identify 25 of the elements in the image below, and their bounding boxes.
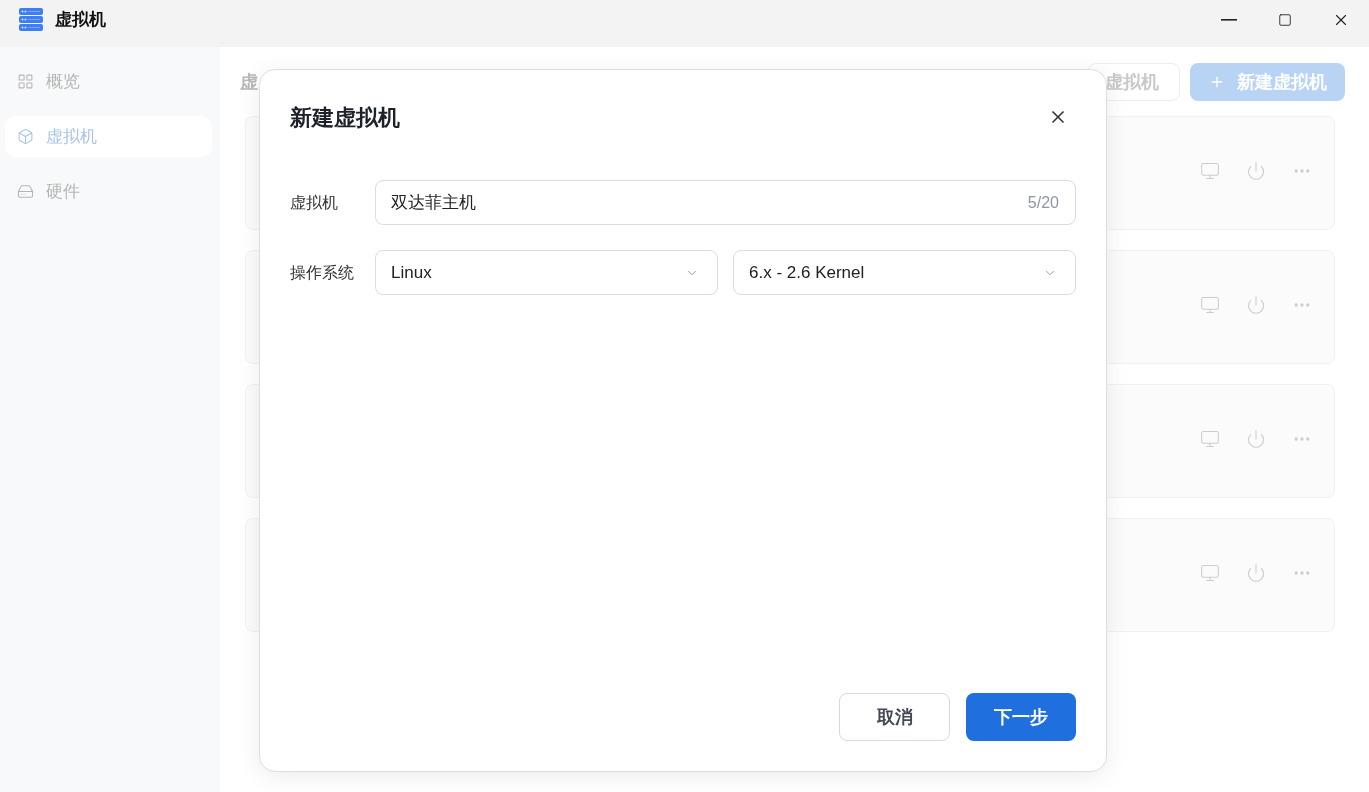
field-label: 虚拟机 [290, 192, 339, 213]
maximize-icon [1278, 13, 1292, 27]
os-select[interactable]: 6.x - 2.6 Kernel [733, 250, 1076, 295]
drive-icon [17, 183, 34, 200]
monitor-icon[interactable] [1200, 295, 1220, 315]
monitor-icon[interactable] [1200, 161, 1220, 181]
power-icon[interactable] [1246, 563, 1266, 583]
next-button[interactable]: 下一步 [966, 693, 1076, 741]
monitor-icon[interactable] [1200, 563, 1220, 583]
page-heading: 虚 [240, 70, 258, 94]
os-select[interactable]: Linux [375, 250, 718, 295]
grid-icon [17, 73, 34, 90]
name-input[interactable]: 双达菲主机 5/20 [375, 180, 1076, 225]
dialog-title: 新建虚拟机 [290, 103, 400, 132]
power-icon[interactable] [1246, 295, 1266, 315]
cube-icon [17, 128, 34, 145]
power-icon[interactable] [1246, 429, 1266, 449]
power-icon[interactable] [1246, 161, 1266, 181]
minimize-icon [1221, 19, 1237, 21]
window-title: 虚拟机 [55, 9, 106, 32]
monitor-icon[interactable] [1200, 429, 1220, 449]
field-label: 操作系统 [290, 262, 355, 283]
server-stack-icon [18, 7, 44, 33]
char-counter: 5/20 [1027, 192, 1059, 213]
cancel-button[interactable]: 取消 [839, 693, 950, 741]
